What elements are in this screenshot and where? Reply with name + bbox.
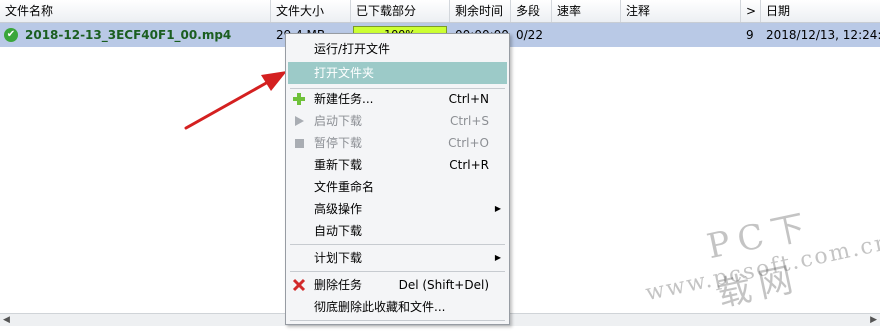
completed-check-icon: ✔	[4, 28, 18, 42]
stop-icon	[292, 136, 306, 150]
segments-cell: 0/22	[516, 28, 543, 42]
menu-item-advanced[interactable]: 高级操作 ▶	[288, 198, 507, 220]
plus-icon	[292, 92, 306, 106]
menu-item-auto-download[interactable]: 自动下载	[288, 220, 507, 242]
menu-separator	[290, 244, 505, 245]
menu-separator	[290, 271, 505, 272]
menu-item-rename-file[interactable]: 文件重命名	[288, 176, 507, 198]
watermark: PC下载网 www.pcsoft.com.cn	[633, 191, 880, 318]
column-more[interactable]: >	[741, 0, 761, 22]
menu-separator	[290, 320, 505, 321]
menu-item-start-download[interactable]: 启动下载 Ctrl+S	[288, 110, 507, 132]
column-remaining[interactable]: 剩余时间	[450, 0, 511, 22]
menu-item-permanent-delete[interactable]: 彻底删除此收藏和文件...	[288, 296, 507, 318]
more-cell: 9	[746, 28, 754, 42]
column-header: 文件名称 文件大小 已下载部分 剩余时间 多段 速率 注释 > 日期	[0, 0, 880, 23]
menu-item-redownload[interactable]: 重新下载 Ctrl+R	[288, 154, 507, 176]
date-cell: 2018/12/13, 12:24:2	[766, 28, 880, 42]
menu-item-open-folder[interactable]: 打开文件夹	[288, 62, 507, 84]
context-menu: 运行/打开文件 打开文件夹 新建任务... Ctrl+N 启动下载 Ctrl+S…	[285, 33, 510, 325]
delete-x-icon	[292, 278, 306, 292]
play-icon	[292, 114, 306, 128]
column-downloaded[interactable]: 已下载部分	[351, 0, 450, 22]
column-speed[interactable]: 速率	[552, 0, 621, 22]
menu-item-run-open-file[interactable]: 运行/打开文件	[288, 38, 507, 60]
menu-item-schedule-download[interactable]: 计划下载 ▶	[288, 247, 507, 269]
menu-item-new-task[interactable]: 新建任务... Ctrl+N	[288, 88, 507, 110]
menu-item-pause-download[interactable]: 暂停下载 Ctrl+O	[288, 132, 507, 154]
submenu-arrow-icon: ▶	[494, 253, 501, 262]
column-name[interactable]: 文件名称	[0, 0, 271, 22]
file-name-cell: 2018-12-13_3ECF40F1_00.mp4	[25, 28, 232, 42]
column-comment[interactable]: 注释	[621, 0, 741, 22]
column-size[interactable]: 文件大小	[271, 0, 351, 22]
menu-item-delete-task[interactable]: 删除任务 Del (Shift+Del)	[288, 274, 507, 296]
scroll-left-icon[interactable]: ◀	[3, 314, 10, 326]
submenu-arrow-icon: ▶	[494, 204, 501, 213]
scroll-right-icon[interactable]: ▶	[870, 314, 877, 326]
column-segments[interactable]: 多段	[511, 0, 552, 22]
column-date[interactable]: 日期	[761, 0, 880, 22]
